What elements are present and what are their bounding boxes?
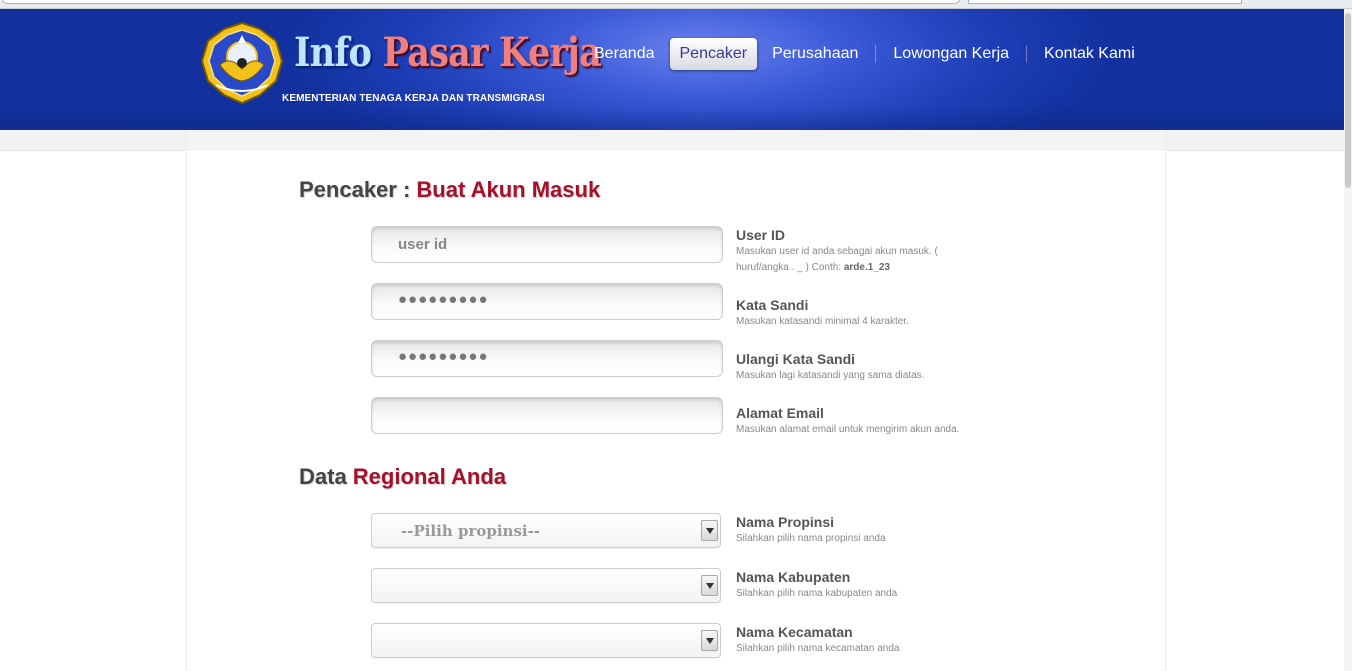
district-select[interactable] [371,623,721,658]
confirm-password-input[interactable]: ●●●●●●●●● [371,340,723,377]
account-section-title: Pencaker : Buat Akun Masuk [299,177,601,202]
regency-label-group: Nama Kabupaten Silahkan pilih nama kabup… [736,569,897,602]
province-label: Nama Propinsi [736,514,835,530]
user-id-label-group: User ID Masukan user id anda sebagai aku… [736,227,938,276]
province-hint: Silahkan pilih nama propinsi anda [736,533,886,544]
password-label-group: Kata Sandi Masukan katasandi minimal 4 k… [736,297,909,330]
user-id-label: User ID [736,227,786,243]
user-id-value: user id [398,236,448,253]
brand-title-part2: Pasar Kerja [382,29,602,76]
password-input[interactable]: ●●●●●●●●● [371,283,723,320]
main-nav: Beranda Pencaker Perusahaan Lowongan Ker… [583,38,1146,70]
nav-divider [875,45,877,63]
site-logo[interactable]: Info Pasar Kerja KEMENTERIAN TENAGA KERJ… [198,17,602,107]
nav-item-perusahaan[interactable]: Perusahaan [761,38,869,70]
regency-select[interactable] [371,568,721,603]
province-select[interactable]: --Pilih propinsi-- [371,513,721,548]
site-header: Info Pasar Kerja KEMENTERIAN TENAGA KERJ… [0,9,1352,130]
user-id-input[interactable]: user id [371,226,723,263]
brand-subtitle: KEMENTERIAN TENAGA KERJA DAN TRANSMIGRAS… [282,93,545,104]
email-input[interactable] [371,397,723,434]
password-label: Kata Sandi [736,297,809,313]
nav-item-lowongan-kerja[interactable]: Lowongan Kerja [882,38,1020,70]
confirm-password-label-group: Ulangi Kata Sandi Masukan lagi katasandi… [736,351,924,384]
ministry-emblem-icon [200,21,284,105]
brand-title-part1: Info [294,29,372,76]
district-hint: Silahkan pilih nama kecamatan anda [736,643,900,654]
email-label-group: Alamat Email Masukan alamat email untuk … [736,405,959,438]
email-hint: Masukan alamat email untuk mengirim akun… [736,424,960,435]
province-label-group: Nama Propinsi Silahkan pilih nama propin… [736,514,886,547]
email-label: Alamat Email [736,405,824,421]
scrollbar-thumb[interactable] [1345,13,1351,188]
nav-item-beranda[interactable]: Beranda [583,38,666,70]
chevron-down-icon[interactable] [701,575,718,596]
confirm-password-label: Ulangi Kata Sandi [736,351,856,367]
chevron-down-icon[interactable] [701,520,718,541]
chevron-down-icon[interactable] [701,630,718,651]
district-label-group: Nama Kecamatan Silahkan pilih nama kecam… [736,624,899,657]
nav-item-kontak-kami[interactable]: Kontak Kami [1033,38,1146,70]
district-label: Nama Kecamatan [736,624,853,640]
address-bar[interactable] [2,0,960,4]
password-value: ●●●●●●●●● [398,291,489,308]
confirm-password-hint: Masukan lagi katasandi yang sama diatas. [736,370,925,381]
password-hint: Masukan katasandi minimal 4 karakter. [736,316,909,327]
regency-hint: Silahkan pilih nama kabupaten anda [736,588,898,599]
regency-label: Nama Kabupaten [736,569,851,585]
regional-section-title: Data Regional Anda [299,464,506,489]
nav-divider [1026,45,1028,63]
province-select-value: --Pilih propinsi-- [401,522,541,540]
browser-search-bar[interactable] [968,0,1242,4]
user-id-hint: Masukan user id anda sebagai akun masuk.… [736,246,938,273]
browser-toolbar [0,0,1352,9]
nav-item-pencaker[interactable]: Pencaker [669,38,758,70]
confirm-password-value: ●●●●●●●●● [398,348,489,365]
page-scrollbar[interactable] [1344,9,1352,671]
brand-title: Info Pasar Kerja [294,29,602,76]
